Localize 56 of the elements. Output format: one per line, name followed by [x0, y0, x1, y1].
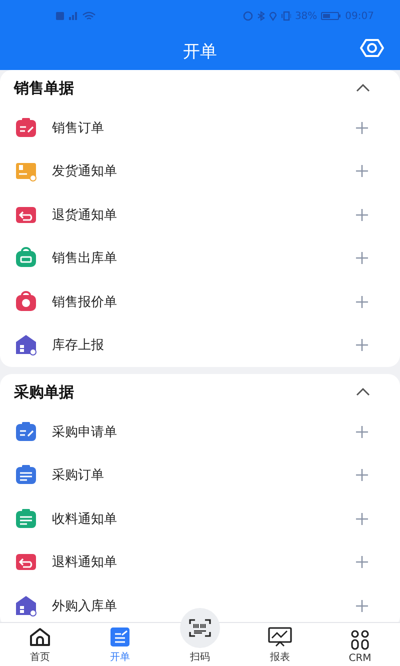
tab-item[interactable]: 开单: [90, 625, 150, 666]
plus-icon[interactable]: [356, 600, 368, 612]
item-label: 退货通知单: [52, 206, 118, 224]
chevron-up-icon[interactable]: [356, 84, 370, 92]
item-label: 采购申请单: [52, 424, 118, 441]
plus-icon[interactable]: [356, 208, 368, 221]
chevron-up-icon[interactable]: [356, 388, 370, 396]
plus-icon[interactable]: [356, 165, 368, 178]
location-icon: [268, 11, 277, 21]
battery-percent: 38%: [294, 10, 318, 22]
apps-icon[interactable]: [350, 630, 370, 650]
item-label: 发货通知单: [52, 163, 118, 180]
item-label: 销售订单: [52, 120, 105, 137]
vibrate-icon: [280, 11, 291, 21]
item-label: 采购订单: [52, 467, 105, 484]
menu-item[interactable]: 退货通知单: [0, 193, 400, 236]
home-icon[interactable]: [29, 627, 51, 647]
battery-icon: [321, 11, 342, 21]
section-title: 采购单据: [14, 382, 74, 402]
signal-icon: [56, 11, 78, 21]
item-label: 退料通知单: [52, 554, 118, 572]
menu-item[interactable]: 销售订单: [0, 106, 400, 150]
plus-icon[interactable]: [356, 469, 368, 482]
menu-item[interactable]: 库存上报: [0, 324, 400, 367]
section-title: 销售单据: [14, 78, 74, 98]
tab-item[interactable]: 扫码: [170, 608, 230, 666]
plus-icon[interactable]: [356, 556, 368, 568]
bluetooth-icon: [256, 11, 265, 21]
plus-icon[interactable]: [356, 296, 368, 308]
menu-item[interactable]: 采购申请单: [0, 410, 400, 454]
item-label: 库存上报: [52, 337, 105, 354]
eye-icon[interactable]: [360, 38, 384, 58]
item-label: 收料通知单: [52, 510, 118, 528]
menu-item[interactable]: 销售报价单: [0, 280, 400, 324]
menu-item[interactable]: 收料通知单: [0, 497, 400, 540]
menu-item[interactable]: 退料通知单: [0, 540, 400, 584]
form-icon[interactable]: [110, 627, 130, 647]
wifi-icon: [82, 11, 96, 21]
plus-icon[interactable]: [356, 339, 368, 352]
item-label: 销售报价单: [52, 294, 118, 311]
scan-icon[interactable]: [189, 619, 211, 637]
plus-icon[interactable]: [356, 122, 368, 134]
tab-item[interactable]: 首页: [10, 625, 70, 666]
menu-item[interactable]: 销售出库单: [0, 236, 400, 280]
plus-icon[interactable]: [356, 512, 368, 525]
item-label: 销售出库单: [52, 250, 118, 268]
chart-icon[interactable]: [268, 627, 292, 647]
plus-icon[interactable]: [356, 252, 368, 264]
menu-item[interactable]: 采购订单: [0, 454, 400, 497]
menu-item[interactable]: 发货通知单: [0, 150, 400, 193]
item-label: 外购入库单: [52, 598, 118, 615]
tab-item[interactable]: CRM: [330, 628, 390, 666]
status-time: 09:07: [345, 10, 374, 22]
tab-item[interactable]: 报表: [250, 625, 310, 666]
page-title: 开单: [183, 40, 217, 62]
plus-icon[interactable]: [356, 426, 368, 438]
